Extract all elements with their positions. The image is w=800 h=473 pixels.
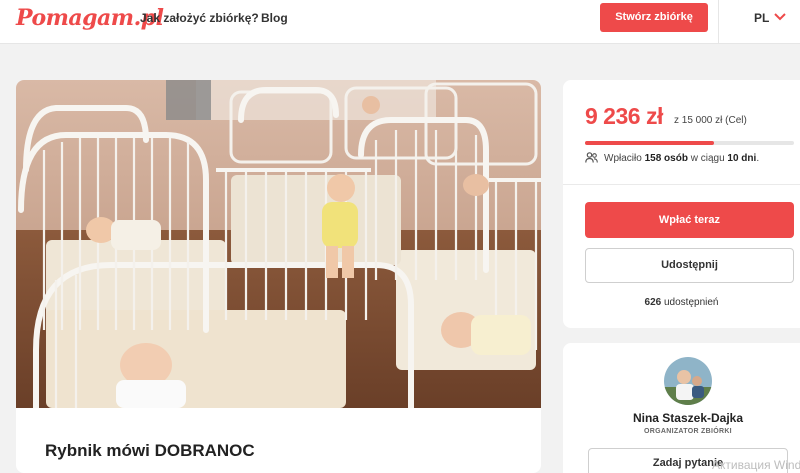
shares-number: 626 [644, 297, 662, 308]
windows-activation-watermark: Активация Windo [712, 458, 800, 472]
donors-count: 158 osób [644, 153, 688, 164]
top-header: Pomagam.pl Jak założyć zbiórkę? Blog Stw… [0, 0, 800, 44]
organizer-name: Nina Staszek-Dajka [632, 411, 744, 425]
language-selector[interactable]: PL [718, 0, 800, 44]
donation-days: 10 dni [727, 153, 757, 164]
shares-label: udostępnień [663, 297, 719, 308]
create-fundraiser-button[interactable]: Stwórz zbiórkę [600, 3, 708, 32]
share-button[interactable]: Udostępnij [585, 248, 794, 283]
progress-fill [585, 141, 714, 145]
donors-suffix: . [756, 153, 760, 164]
language-label: PL [754, 11, 770, 25]
divider [563, 184, 800, 185]
organizer-avatar[interactable] [664, 357, 712, 405]
raised-amount: 9 236 zł [585, 103, 663, 129]
donate-now-button[interactable]: Wpłać teraz [585, 202, 794, 238]
campaign-title: Rybnik mówi DOBRANOC [45, 441, 255, 460]
organizer-role: ORGANIZATOR ZBIÓRKI [644, 428, 732, 435]
campaign-photo[interactable] [16, 80, 541, 408]
progress-bar [585, 141, 794, 145]
donors-prefix: Wpłaciło [604, 153, 642, 164]
nav-how-to-create[interactable]: Jak założyć zbiórkę? [140, 11, 259, 25]
funding-card: 9 236 zł z 15 000 zł (Cel) Wpłaciło 158 … [563, 80, 800, 328]
organizer-card: Nina Staszek-Dajka ORGANIZATOR ZBIÓRKI Z… [563, 343, 800, 473]
shares-count: 626 udostępnień [563, 297, 800, 308]
donors-middle: w ciągu [690, 153, 725, 164]
nav-blog[interactable]: Blog [261, 11, 288, 25]
chevron-down-icon [774, 13, 786, 21]
donors-summary: Wpłaciło 158 osób w ciągu 10 dni. [585, 152, 759, 164]
people-icon [585, 152, 598, 163]
goal-amount: z 15 000 zł (Cel) [674, 115, 747, 126]
campaign-card: Rybnik mówi DOBRANOC [16, 80, 541, 473]
